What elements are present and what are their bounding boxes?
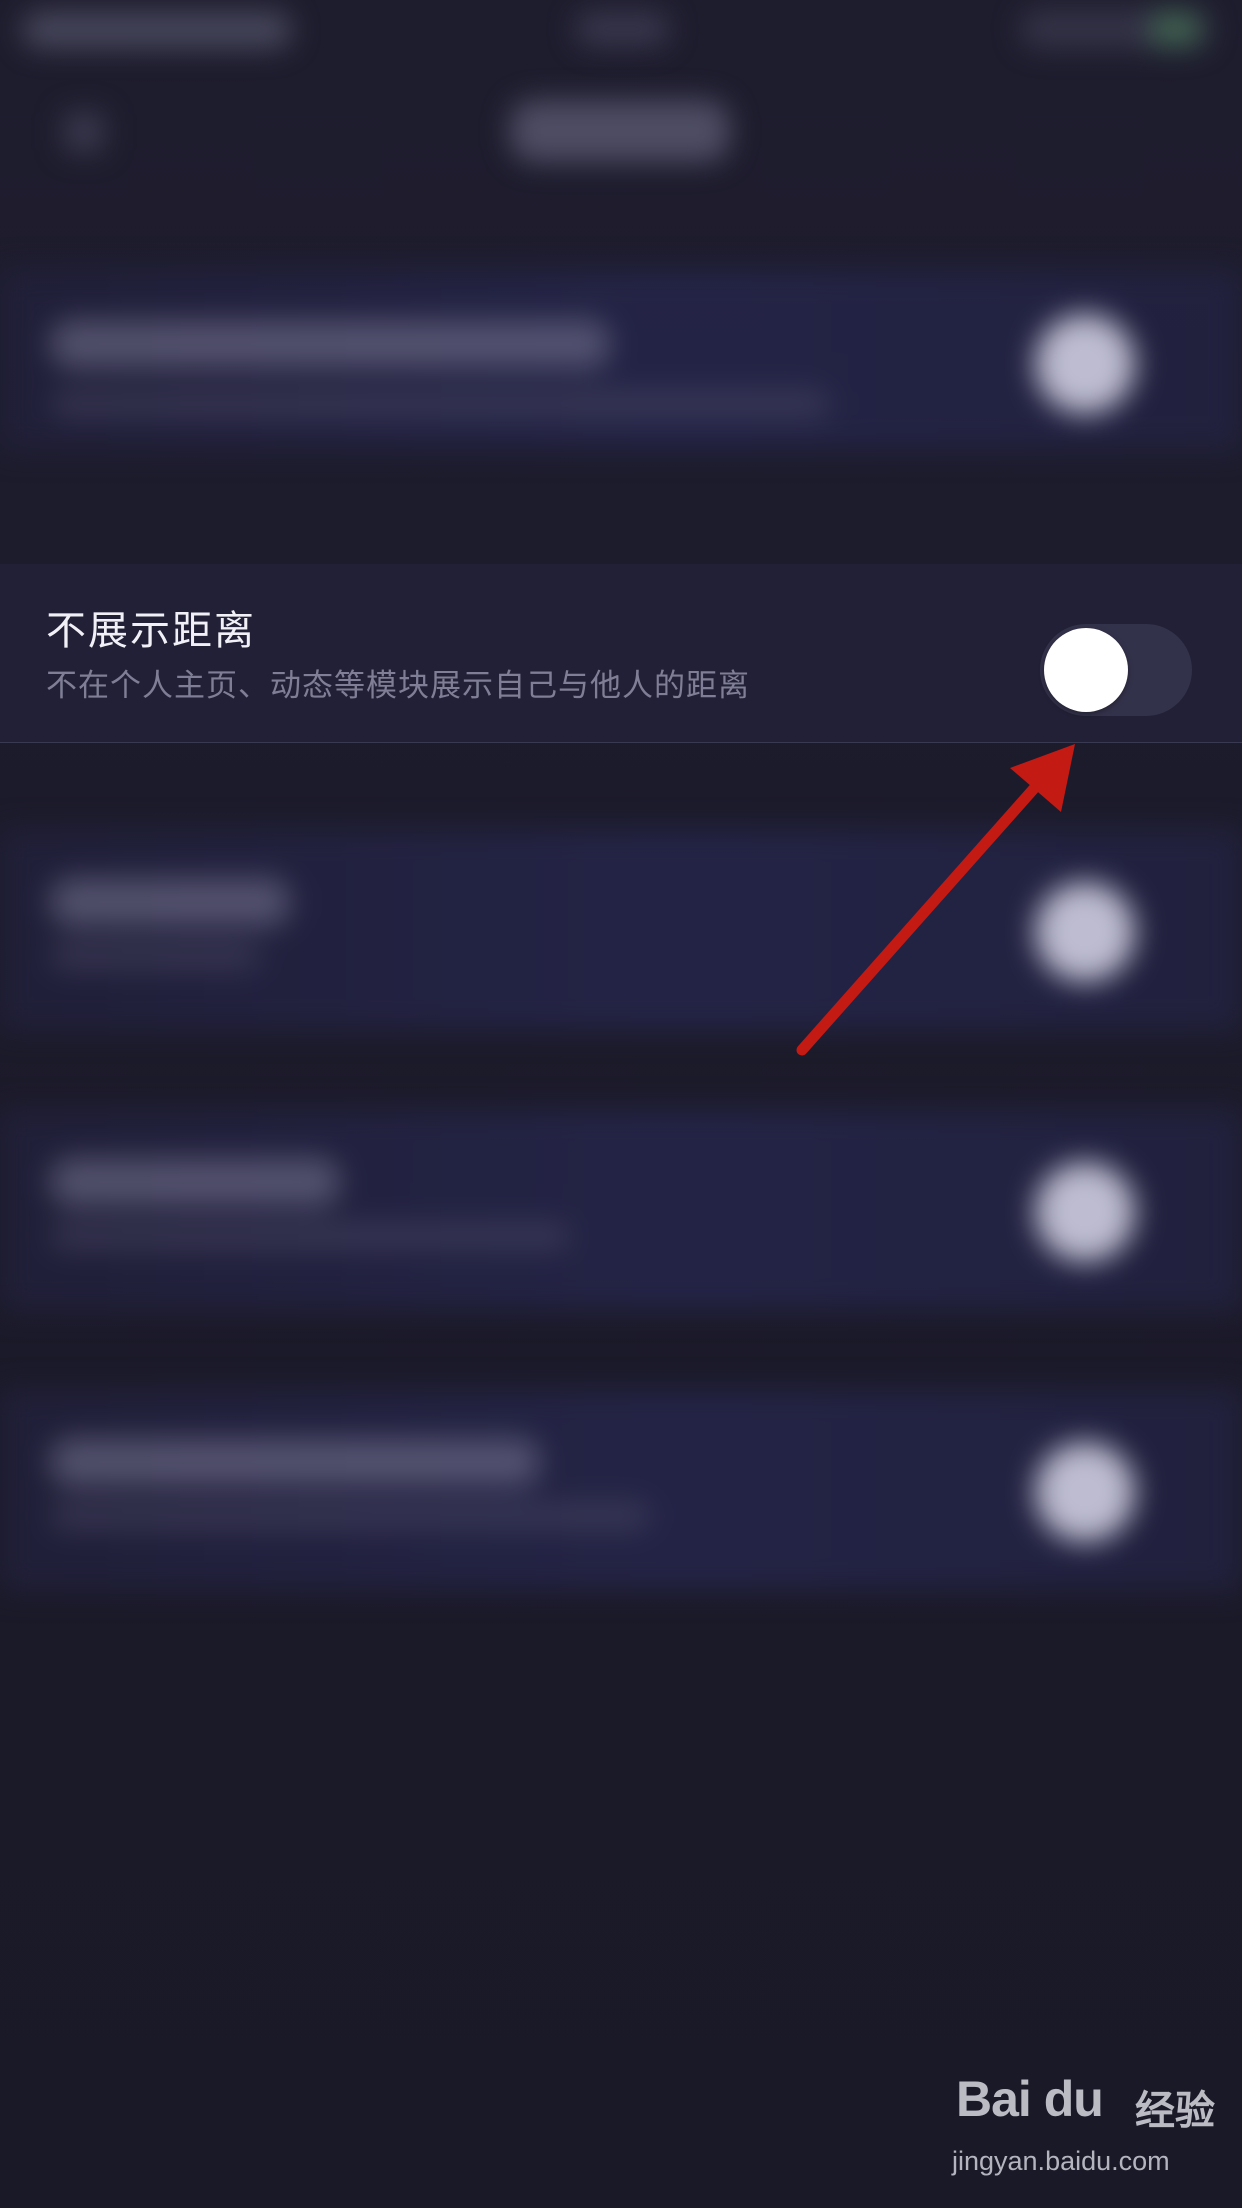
nav-title-blur xyxy=(510,100,730,162)
nav-bar xyxy=(0,70,1242,180)
row-title-blur xyxy=(50,1158,340,1206)
watermark-brand: 经验 xyxy=(1135,2088,1215,2134)
baidu-logo: Bai du xyxy=(956,2071,1104,2127)
status-center-blur xyxy=(575,12,670,46)
back-icon[interactable] xyxy=(64,112,104,152)
setting-row-blurred-4 xyxy=(0,1390,1242,1590)
status-bar xyxy=(0,0,1242,64)
setting-row-hide-distance: 不展示距离 不在个人主页、动态等模块展示自己与他人的距离 xyxy=(0,564,1242,743)
setting-row-blurred-3 xyxy=(0,1110,1242,1310)
row-title-blur xyxy=(50,320,610,368)
toggle-knob xyxy=(1044,628,1128,712)
row-subtitle-blur xyxy=(50,1222,570,1250)
status-time-blur xyxy=(22,12,292,48)
setting-row-blurred-1 xyxy=(0,270,1242,450)
toggle-knob-blur[interactable] xyxy=(1035,882,1135,982)
screen: 不展示距离 不在个人主页、动态等模块展示自己与他人的距离 Bai du 经验 j… xyxy=(0,0,1242,2208)
toggle-knob-blur[interactable] xyxy=(1035,1162,1135,1262)
setting-title: 不展示距离 xyxy=(46,608,256,654)
watermark-url: jingyan.baidu.com xyxy=(952,2146,1170,2176)
setting-row-blurred-2 xyxy=(0,830,1242,1030)
row-title-blur xyxy=(50,1438,540,1486)
baidu-jingyan-watermark: Bai du 经验 jingyan.baidu.com xyxy=(950,2070,1220,2190)
toggle-knob-blur[interactable] xyxy=(1035,314,1135,414)
battery-icon xyxy=(1150,12,1200,46)
row-subtitle-blur xyxy=(50,1502,650,1530)
toggle-knob-blur[interactable] xyxy=(1035,1442,1135,1542)
arrow-head xyxy=(1010,744,1075,812)
row-subtitle-blur xyxy=(50,942,260,970)
row-subtitle-blur xyxy=(50,390,830,418)
hide-distance-toggle[interactable] xyxy=(1040,624,1192,716)
setting-description: 不在个人主页、动态等模块展示自己与他人的距离 xyxy=(46,668,750,704)
row-title-blur xyxy=(50,878,290,926)
